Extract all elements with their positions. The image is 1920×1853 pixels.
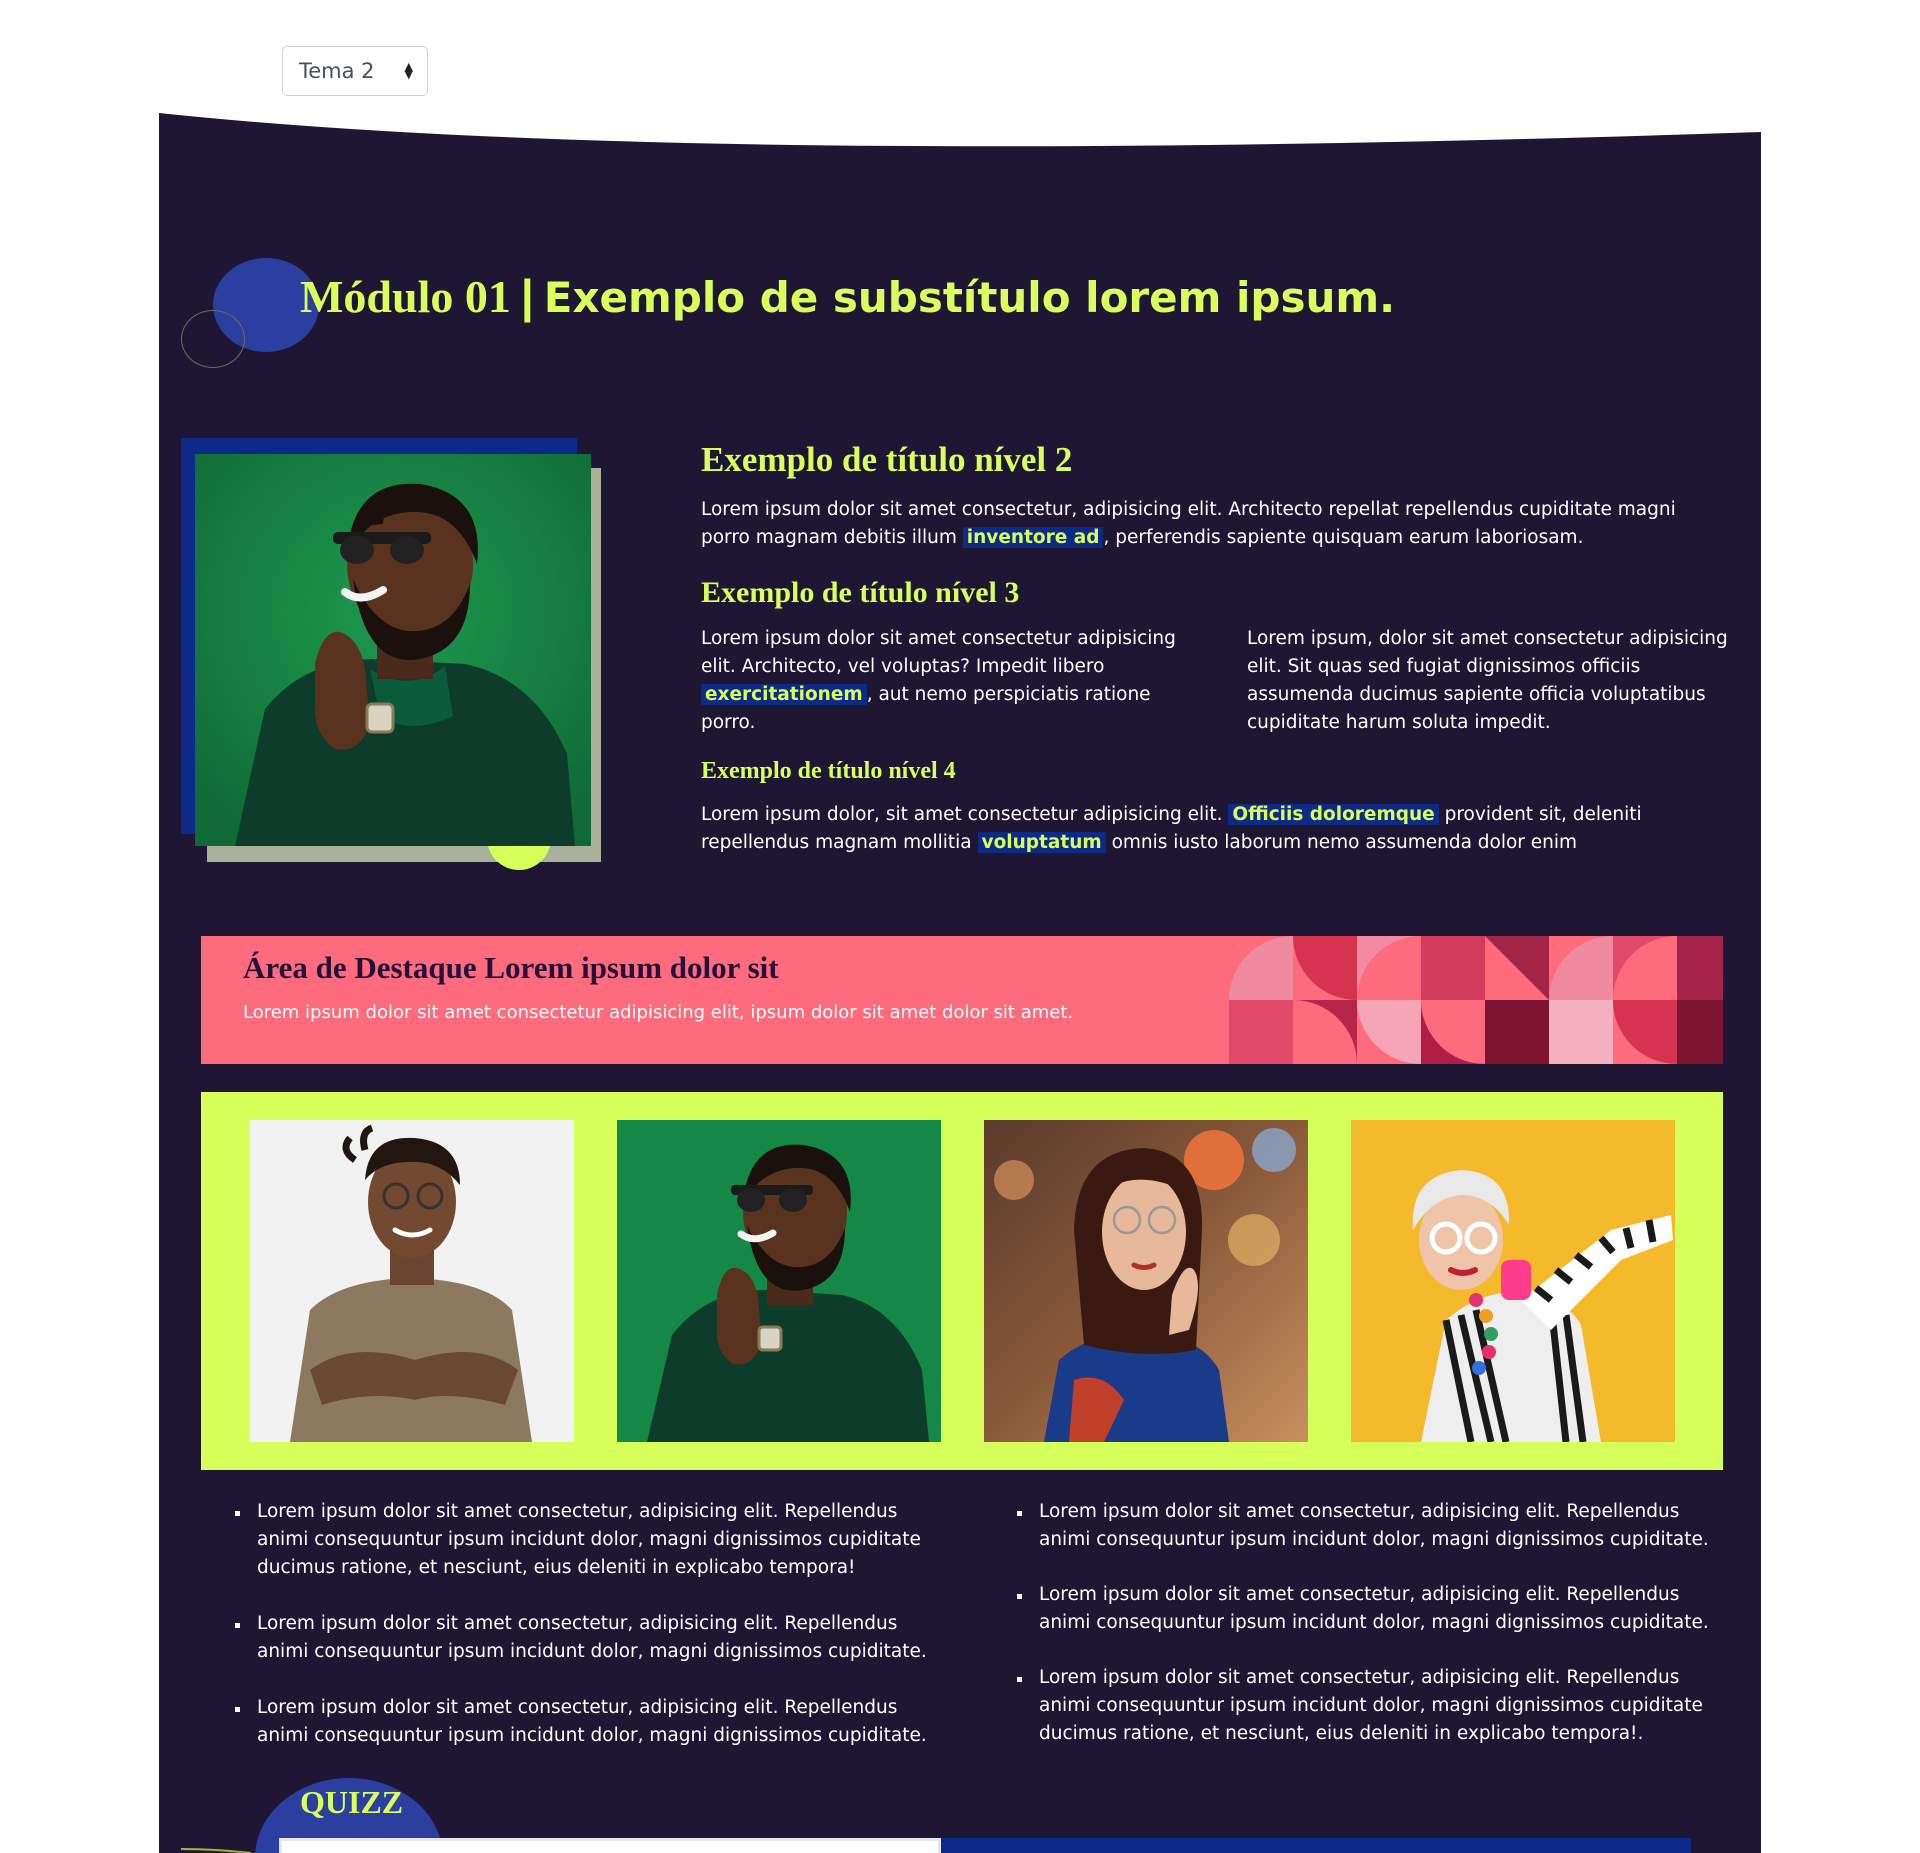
- gallery-photo-2: [617, 1120, 941, 1442]
- destaque-text: Lorem ipsum dolor sit amet consectetur a…: [243, 1002, 1074, 1023]
- heading-level-4: Exemplo de título nível 4: [701, 758, 956, 784]
- woman-glasses-city-photo: [984, 1120, 1308, 1442]
- paragraph-4-text: Lorem ipsum dolor, sit amet consectetur …: [701, 804, 1223, 825]
- paragraph-col-left: Lorem ipsum dolor sit amet consectetur a…: [701, 625, 1191, 737]
- decor-line: [181, 1848, 251, 1853]
- module-subtitle: Exemplo de substítulo lorem ipsum.: [543, 273, 1396, 322]
- gallery-photo-3: [984, 1120, 1308, 1442]
- bullet-list-left: Lorem ipsum dolor sit amet consectetur, …: [235, 1498, 935, 1750]
- list-item: Lorem ipsum dolor sit amet consectetur, …: [1017, 1498, 1727, 1554]
- photo-gallery: [201, 1092, 1723, 1470]
- bullet-list-right: Lorem ipsum dolor sit amet consectetur, …: [1017, 1498, 1727, 1748]
- module-separator: |: [520, 270, 534, 322]
- quizz-heading: QUIZZ: [300, 1784, 404, 1820]
- highlight-inventore: inventore ad: [962, 527, 1104, 548]
- highlight-officiis: Officiis doloremque: [1228, 804, 1439, 825]
- hero-photo: [195, 454, 591, 846]
- gallery-photo-4: [1351, 1120, 1675, 1442]
- list-item: Lorem ipsum dolor sit amet consectetur, …: [235, 1694, 935, 1750]
- module-panel: Módulo 01 | Exemplo de substítulo lorem ip…: [159, 110, 1761, 1853]
- highlight-exercitationem: exercitationem: [701, 684, 867, 705]
- quizz-question-box[interactable]: [279, 1838, 941, 1853]
- man-green-background-image: [195, 454, 591, 846]
- module-name: Módulo 01: [300, 271, 511, 322]
- destaque-title: Área de Destaque Lorem ipsum dolor sit: [243, 950, 779, 985]
- paragraph-4-tail: omnis iusto laborum nemo assumenda dolor…: [1111, 832, 1578, 853]
- man-green-background-photo: [617, 1120, 941, 1442]
- paragraph-1: Lorem ipsum dolor sit amet consectetur, …: [701, 496, 1711, 552]
- col-left-text: Lorem ipsum dolor sit amet consectetur a…: [701, 628, 1176, 677]
- sort-arrows-icon: ▲ ▼: [404, 60, 413, 81]
- panel-top-curve: [159, 110, 1761, 147]
- list-item: Lorem ipsum dolor sit amet consectetur, …: [235, 1610, 935, 1666]
- highlight-voluptatum: voluptatum: [977, 832, 1106, 853]
- geometric-pattern: [1229, 936, 1723, 1064]
- list-item: Lorem ipsum dolor sit amet consectetur, …: [1017, 1664, 1727, 1748]
- paragraph-1-tail: , perferendis sapiente quisquam earum la…: [1103, 527, 1584, 548]
- paragraph-col-right: Lorem ipsum, dolor sit amet consectetur …: [1247, 628, 1728, 733]
- list-item: Lorem ipsum dolor sit amet consectetur, …: [1017, 1581, 1727, 1637]
- list-item: Lorem ipsum dolor sit amet consectetur, …: [235, 1498, 935, 1582]
- quizz-answer-panel[interactable]: [941, 1838, 1691, 1853]
- paragraph-4: Lorem ipsum dolor, sit amet consectetur …: [701, 801, 1661, 857]
- gallery-photo-1: [250, 1120, 574, 1442]
- man-crossed-arms-photo: [250, 1120, 574, 1442]
- module-title: Módulo 01 | Exemplo de substítulo lorem ip…: [300, 258, 1395, 336]
- destaque-area: Área de Destaque Lorem ipsum dolor sit L…: [201, 936, 1723, 1064]
- heading-level-2: Exemplo de título nível 2: [701, 440, 1073, 479]
- theme-select[interactable]: Tema 2 ▲ ▼: [282, 46, 428, 96]
- elderly-woman-dab-photo: [1351, 1120, 1675, 1442]
- heading-level-3: Exemplo de título nível 3: [701, 576, 1020, 609]
- theme-select-value: Tema 2: [299, 59, 375, 83]
- decor-outline-ring: [181, 310, 245, 368]
